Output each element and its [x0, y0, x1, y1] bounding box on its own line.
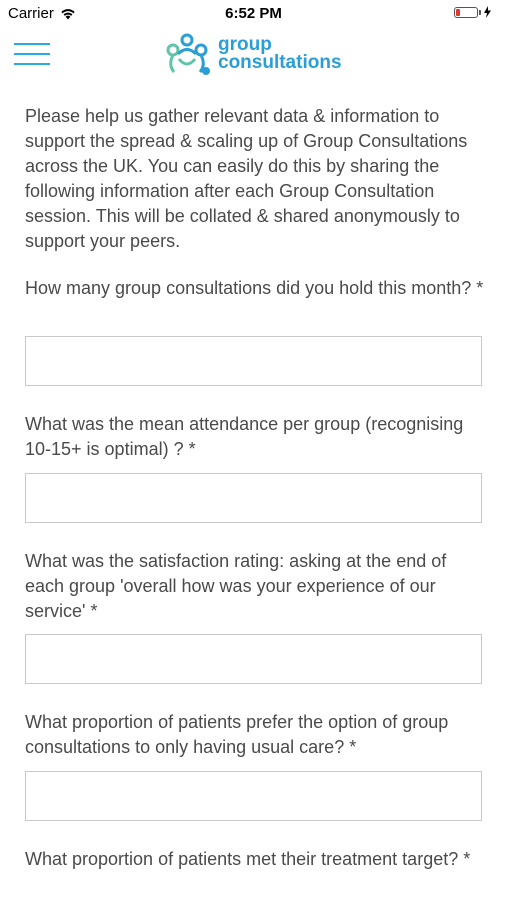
- group-consultations-logo-icon: [166, 33, 210, 75]
- question-3-input[interactable]: [25, 634, 482, 684]
- status-bar: Carrier 6:52 PM: [0, 0, 507, 30]
- battery-cap: [479, 9, 481, 15]
- battery-fill: [456, 8, 460, 16]
- logo: group consultations: [162, 30, 342, 78]
- intro-section: Please help us gather relevant data & in…: [25, 104, 485, 254]
- charging-bolt-icon: [484, 6, 491, 18]
- question-2-label: What was the mean attendance per group (…: [25, 414, 464, 459]
- battery-indicator: [454, 6, 491, 18]
- question-3-label: What was the satisfaction rating: asking…: [25, 551, 447, 621]
- screen: Carrier 6:52 PM group consultations Plea…: [0, 0, 507, 900]
- status-time: 6:52 PM: [225, 5, 282, 22]
- logo-line-2: consultations: [218, 52, 342, 73]
- question-2-input[interactable]: [25, 473, 482, 523]
- hamburger-menu-icon[interactable]: [14, 41, 50, 67]
- battery-icon: [454, 6, 478, 18]
- intro-text: Please help us gather relevant data & in…: [25, 106, 468, 251]
- app-header: group consultations: [0, 30, 507, 78]
- question-4-label: What proportion of patients prefer the o…: [25, 712, 449, 757]
- question-4-input[interactable]: [25, 771, 482, 821]
- question-1-label: How many group consultations did you hol…: [25, 278, 484, 298]
- question-1-input[interactable]: [25, 336, 482, 386]
- question-5-label: What proportion of patients met their tr…: [25, 849, 471, 869]
- logo-wordmark: group consultations: [218, 35, 342, 73]
